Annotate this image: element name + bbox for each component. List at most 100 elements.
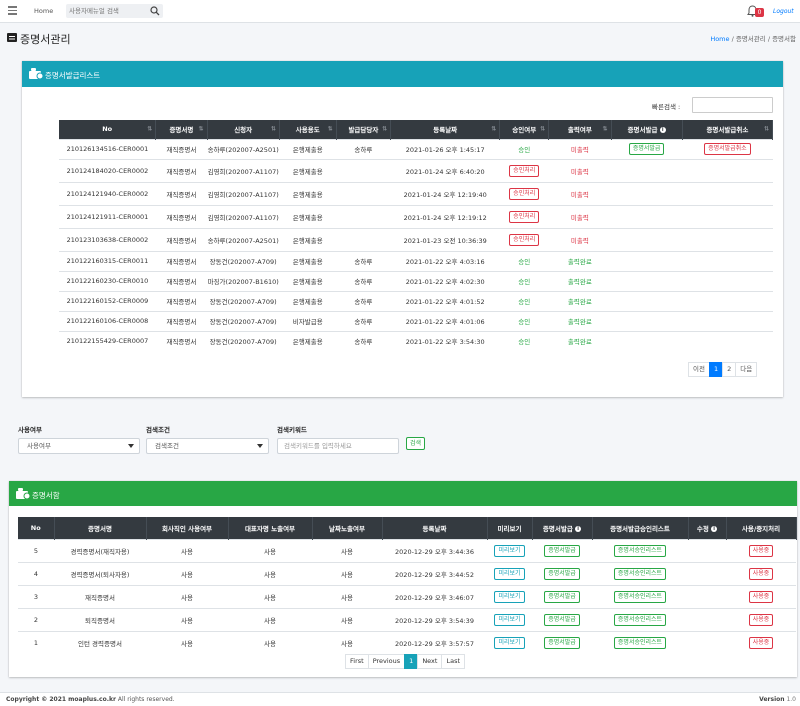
keyword-search-input[interactable]: 검색키워드를 입력하세요 <box>277 438 399 454</box>
issue-certificate-button[interactable]: 증명서발급 <box>544 636 580 649</box>
column-header[interactable]: 증명서발급 i <box>611 120 683 139</box>
column-header: 미리보기 <box>487 517 533 539</box>
issue-certificate-button[interactable]: 증명서발급 <box>544 590 580 603</box>
cell-no: 210122160106-CER0008 <box>59 310 156 331</box>
preview-button[interactable]: 미리보기 <box>494 567 525 580</box>
cell-date_show: 사용 <box>312 630 382 654</box>
cell-edit <box>688 607 726 631</box>
pagination-next-button[interactable]: 다음 <box>735 362 758 377</box>
column-header[interactable]: 등록날짜 ⇅ <box>390 120 501 139</box>
approval-list-button[interactable]: 증명서승인리스트 <box>613 636 667 649</box>
use-filter-select[interactable]: 사용여부 <box>18 438 140 454</box>
nav-home-link[interactable]: Home <box>34 7 53 15</box>
use-toggle-button[interactable]: 사용중 <box>748 636 774 649</box>
column-header[interactable]: 신청자 ⇅ <box>207 120 280 139</box>
use-toggle-button[interactable]: 사용중 <box>748 590 774 603</box>
column-header[interactable]: 증명서발급취소 ⇅ <box>682 120 774 139</box>
column-header-label: 증명서발급 <box>627 126 658 135</box>
approval-status: 승인 <box>518 146 531 154</box>
condition-filter-select[interactable]: 검색조건 <box>146 438 269 454</box>
pagination-page-1[interactable]: 1 <box>708 362 724 377</box>
sort-arrows-icon[interactable]: ⇅ <box>382 126 387 133</box>
copyright-text: Copyright © 2021 moaplus.co.kr All right… <box>6 696 175 703</box>
sort-arrows-icon[interactable]: ⇅ <box>198 126 203 133</box>
issue-certificate-button[interactable]: 증명서발급 <box>628 143 665 155</box>
column-header: 대표자명 노출여부 <box>228 517 313 539</box>
cell-toggle: 사용중 <box>726 584 796 608</box>
cell-manager <box>336 158 391 182</box>
pagination-page-2[interactable]: 2 <box>722 362 737 377</box>
column-header[interactable]: 승인여부 ⇅ <box>499 120 550 139</box>
info-icon[interactable]: i <box>659 127 666 134</box>
manual-search-input[interactable] <box>69 5 147 17</box>
cell-approval: 승인 <box>499 310 549 331</box>
logout-link[interactable]: Logout <box>773 8 794 15</box>
column-header[interactable]: 발급담당자 ⇅ <box>336 120 392 139</box>
sort-arrows-icon[interactable]: ⇅ <box>764 126 769 133</box>
pagination-prev-button[interactable]: 이전 <box>688 362 710 377</box>
search-icon[interactable] <box>150 6 160 16</box>
cell-cancel <box>682 181 773 205</box>
version-label: Version <box>759 696 785 703</box>
column-header[interactable]: 증명서명 ⇅ <box>155 120 208 139</box>
cell-date: 2021-01-24 오후 12:19:12 <box>390 204 500 228</box>
certificate-stack-icon <box>16 488 30 499</box>
column-header[interactable]: 출력여부 ⇅ <box>548 120 612 139</box>
quick-search-input[interactable] <box>692 97 773 113</box>
use-toggle-button[interactable]: 사용중 <box>748 544 774 557</box>
approval-list-button[interactable]: 증명서승인리스트 <box>613 590 667 603</box>
search-button[interactable]: 검색 <box>406 437 426 450</box>
cell-preview: 미리보기 <box>487 561 532 585</box>
sort-arrows-icon[interactable]: ⇅ <box>271 126 276 133</box>
issue-certificate-button[interactable]: 증명서발급 <box>544 544 580 557</box>
menu-toggle-icon[interactable] <box>8 6 17 15</box>
column-header[interactable]: No ⇅ <box>59 120 157 139</box>
column-header: 수정 i <box>688 517 727 539</box>
pagination-last-button[interactable]: Last <box>441 654 466 669</box>
pagination-page-1[interactable]: 1 <box>404 654 419 669</box>
approve-button[interactable]: 승인처리 <box>509 210 540 223</box>
cell-manager <box>336 181 391 205</box>
sort-arrows-icon[interactable]: ⇅ <box>603 126 608 133</box>
certificate-box-title: 증명서함 <box>32 491 60 500</box>
preview-button[interactable]: 미리보기 <box>494 590 525 603</box>
approval-list-button[interactable]: 증명서승인리스트 <box>613 567 667 580</box>
cell-applicant: 김영희(202007-A1107) <box>207 158 280 182</box>
issue-certificate-button[interactable]: 증명서발급 <box>544 613 580 626</box>
use-toggle-button[interactable]: 사용중 <box>748 567 774 580</box>
cell-no: 4 <box>18 561 54 585</box>
cell-name: 재직증명서 <box>155 138 208 159</box>
sort-arrows-icon[interactable]: ⇅ <box>147 126 152 133</box>
cell-issue: 증명서발급 <box>532 561 592 585</box>
cancel-issue-button[interactable]: 증명서발급취소 <box>704 143 751 155</box>
cell-name: 재직증명서 <box>54 584 146 608</box>
approval-list-button[interactable]: 증명서승인리스트 <box>613 613 667 626</box>
info-icon[interactable]: i <box>711 525 718 532</box>
approve-button[interactable]: 승인처리 <box>509 187 540 200</box>
chevron-down-icon <box>128 444 134 448</box>
issue-certificate-button[interactable]: 증명서발급 <box>544 567 580 580</box>
column-header-label: 증명서발급 <box>542 524 573 533</box>
cell-date: 2020-12-29 오후 3:44:36 <box>382 538 487 562</box>
column-header-label: 승인여부 <box>512 126 537 135</box>
preview-button[interactable]: 미리보기 <box>494 544 525 557</box>
column-header-label: No <box>30 523 41 532</box>
approve-button[interactable]: 승인처리 <box>509 164 540 177</box>
column-header[interactable]: 사용용도 ⇅ <box>279 120 337 139</box>
info-icon[interactable]: i <box>575 525 582 532</box>
breadcrumb-home-link[interactable]: Home <box>710 35 729 43</box>
preview-button[interactable]: 미리보기 <box>494 636 525 649</box>
pagination-first-button[interactable]: First <box>345 654 369 669</box>
use-toggle-button[interactable]: 사용중 <box>748 613 774 626</box>
cell-manager <box>336 204 391 228</box>
sort-arrows-icon[interactable]: ⇅ <box>491 126 496 133</box>
sort-arrows-icon[interactable]: ⇅ <box>328 126 333 133</box>
preview-button[interactable]: 미리보기 <box>494 613 525 626</box>
approve-button[interactable]: 승인처리 <box>509 233 540 246</box>
pagination-next-button[interactable]: Next <box>417 654 443 669</box>
pagination-previous-button[interactable]: Previous <box>367 654 406 669</box>
breadcrumb-trail: / 증명서관리 / 증명서함 <box>731 35 796 43</box>
cell-seal: 사용 <box>146 538 228 562</box>
approval-list-button[interactable]: 증명서승인리스트 <box>613 544 667 557</box>
sort-arrows-icon[interactable]: ⇅ <box>540 126 545 133</box>
